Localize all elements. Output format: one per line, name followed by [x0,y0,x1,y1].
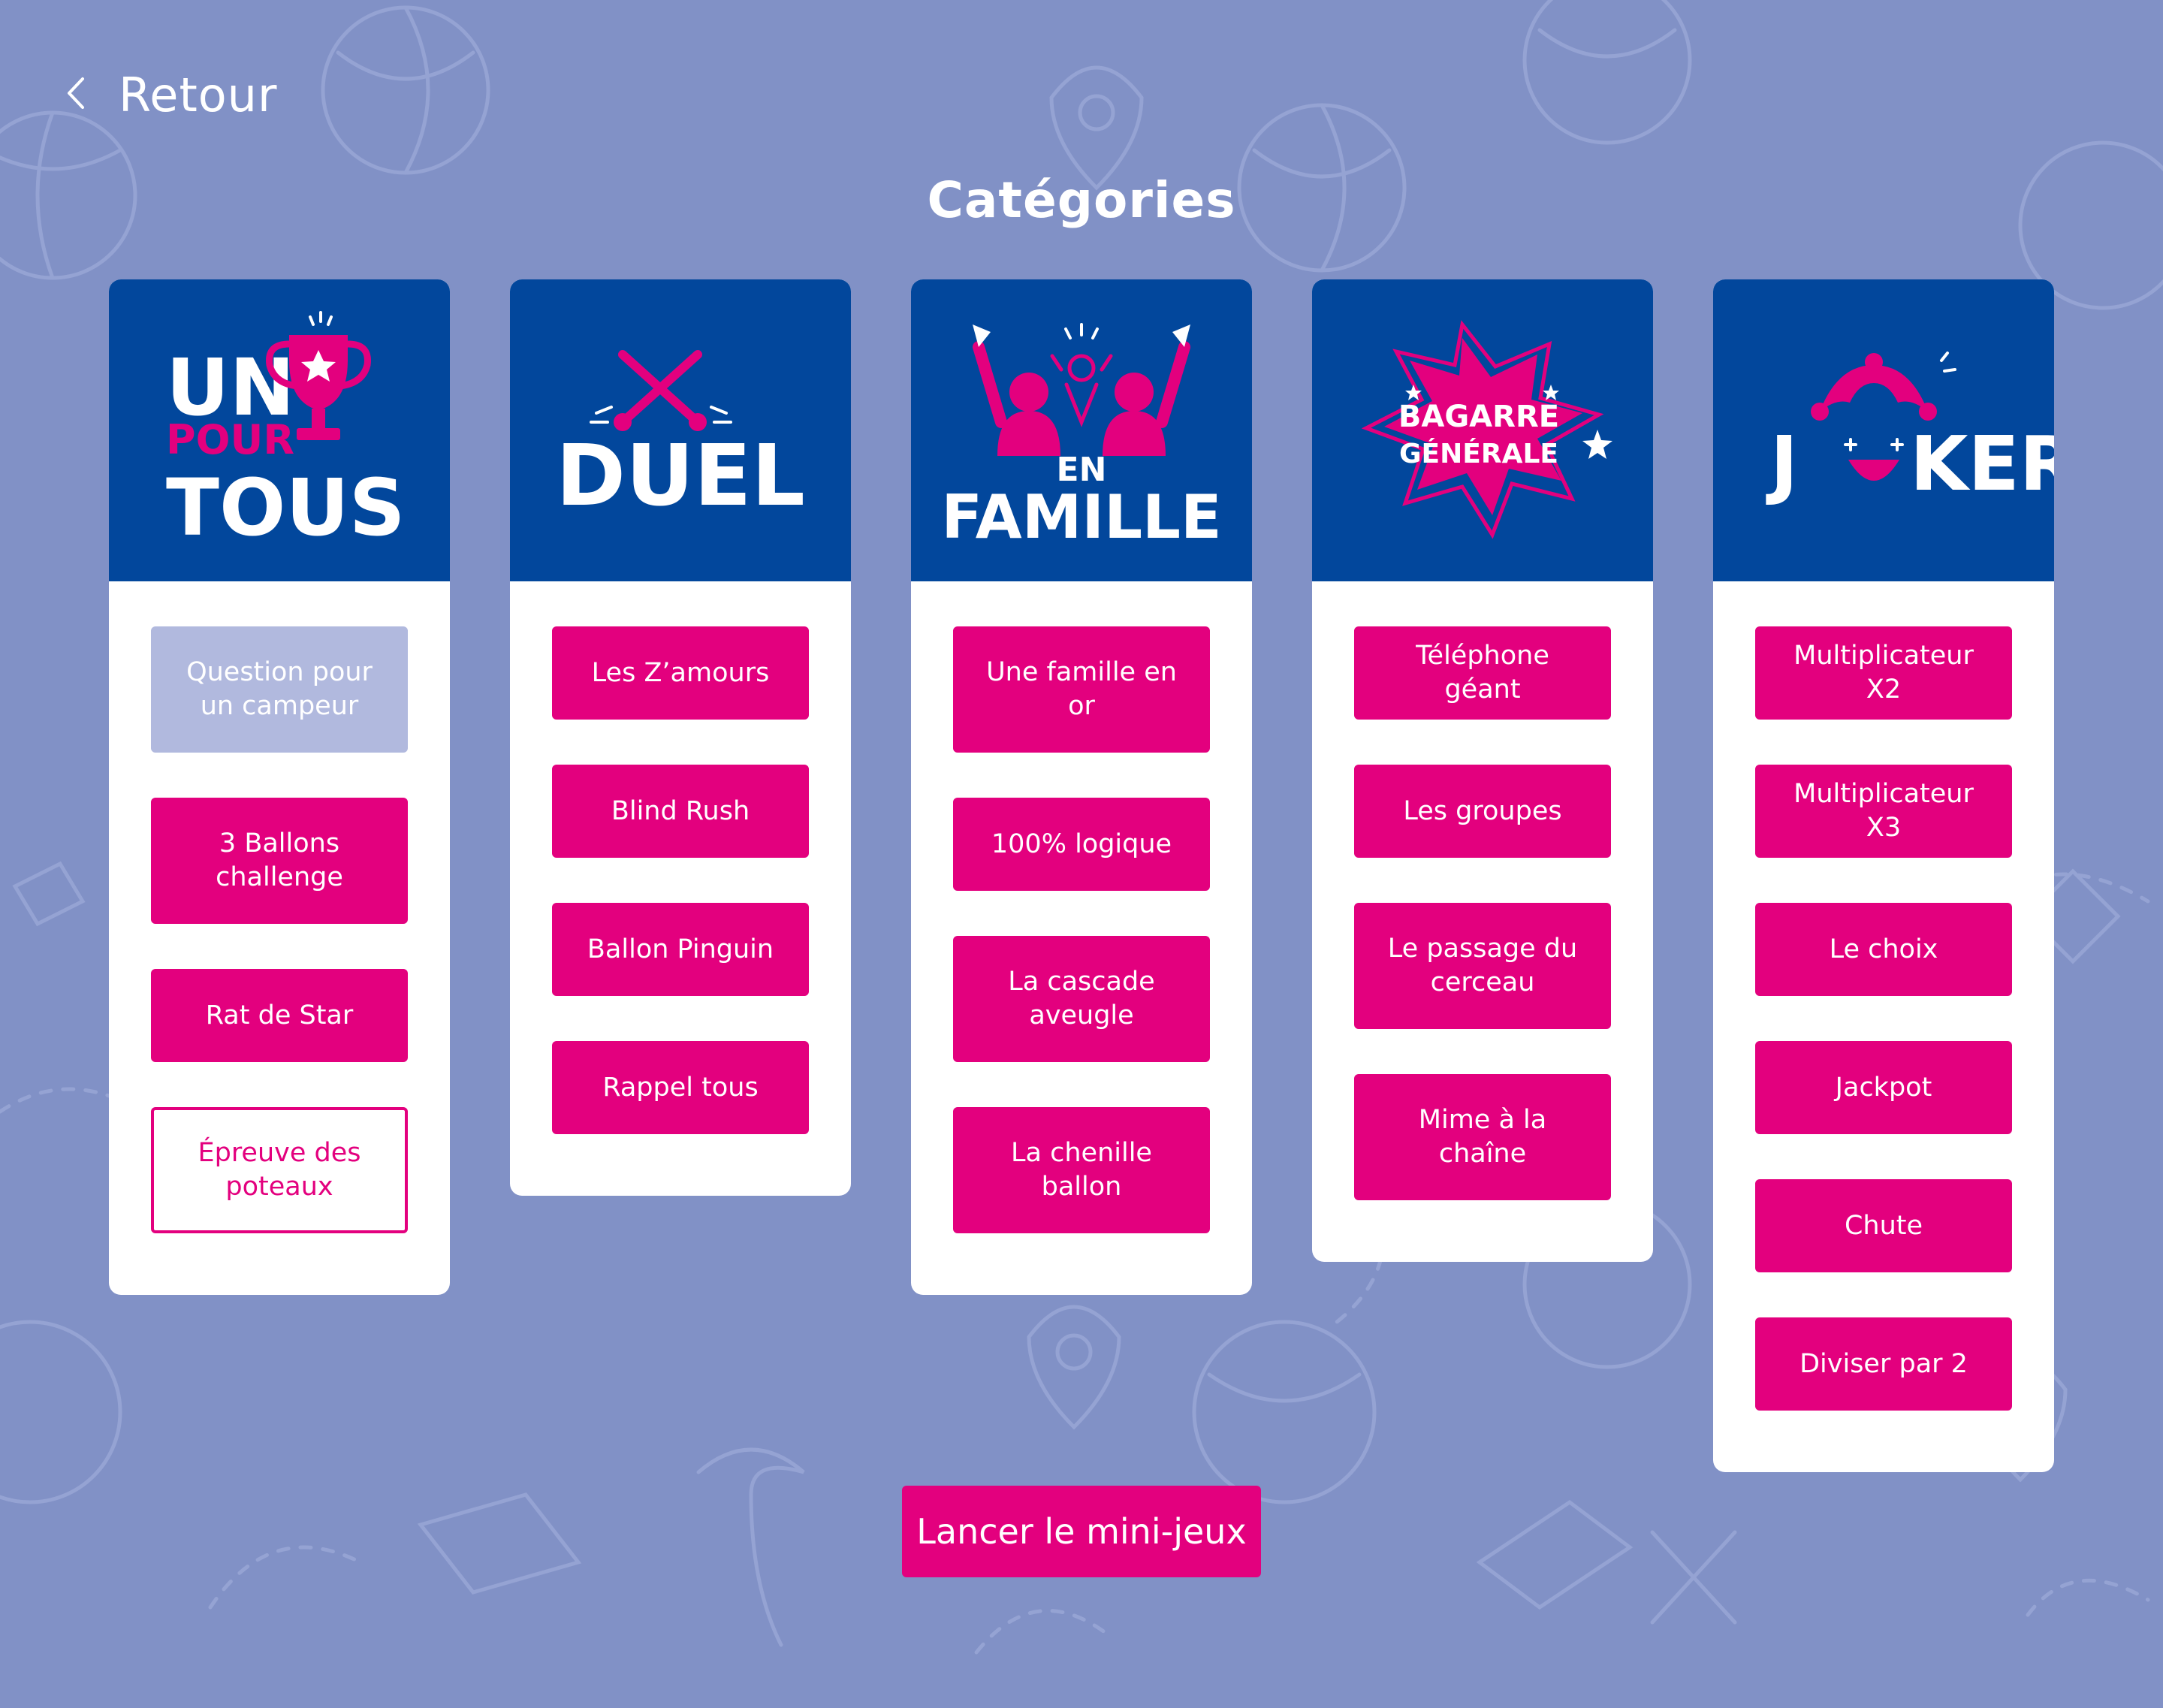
launch-minigame-button[interactable]: Lancer le mini-jeux [902,1486,1261,1577]
crossed-swords-icon [590,350,732,431]
logo-text-famille: FAMILLE [941,482,1221,552]
logo-text-joker-ker: KER [1910,420,2054,508]
minigame-item[interactable]: Rat de Star [151,969,408,1062]
minigame-item[interactable]: Mime à la chaîne [1354,1074,1611,1200]
minigame-item[interactable]: Blind Rush [552,765,809,858]
minigame-item[interactable]: 3 Ballons challenge [151,798,408,924]
category-card-duel: DUEL Les Z’amours Blind Rush Ballon Ping… [510,279,851,1196]
category-items: Une famille en or 100% logique La cascad… [911,581,1252,1295]
logo-text-joker-j: J [1766,420,1798,508]
chevron-left-icon [66,76,86,113]
minigame-item[interactable]: Multiplicateur X2 [1755,626,2012,720]
back-button[interactable]: Retour [66,65,277,125]
logo-text-tous: TOUS [166,462,406,554]
category-logo-un-pour-tous: UN POUR TOUS [166,311,406,554]
minigame-item[interactable]: Les groupes [1354,765,1611,858]
minigame-item[interactable]: Le passage du cerceau [1354,903,1611,1029]
minigame-item[interactable]: 100% logique [953,798,1210,891]
logo-text-generale: GÉNÉRALE [1399,438,1558,469]
category-header: BAGARRE GÉNÉRALE [1312,279,1653,581]
logo-text-bagarre: BAGARRE [1398,400,1559,434]
category-card-en-famille: EN FAMILLE Une famille en or 100% logiqu… [911,279,1252,1295]
minigame-item[interactable]: Téléphone géant [1354,626,1611,720]
minigame-item[interactable]: Une famille en or [953,626,1210,753]
category-header: UN POUR TOUS [109,279,450,581]
minigame-item[interactable]: Diviser par 2 [1755,1317,2012,1411]
minigame-item[interactable]: La cascade aveugle [953,936,1210,1062]
minigame-item[interactable]: Épreuve des poteaux [151,1107,408,1233]
category-logo-duel: DUEL [556,350,805,525]
category-card-un-pour-tous: UN POUR TOUS Question pour un campeur 3 … [109,279,450,1295]
category-header: DUEL [510,279,851,581]
minigame-item[interactable]: Multiplicateur X3 [1755,765,2012,858]
category-logo-en-famille: EN FAMILLE [941,323,1222,552]
category-card-bagarre-generale: BAGARRE GÉNÉRALE Téléphone géant Les gro… [1312,279,1653,1262]
minigame-item[interactable]: Le choix [1755,903,2012,996]
category-items: Téléphone géant Les groupes Le passage d… [1312,581,1653,1262]
category-logo-bagarre-generale: BAGARRE GÉNÉRALE [1361,320,1612,539]
logo-text-pour: POUR [166,416,294,463]
minigame-item[interactable]: La chenille ballon [953,1107,1210,1233]
minigame-item[interactable]: Chute [1755,1179,2012,1272]
category-card-joker: J KER Multiplicateur X2 Multiplicateur X… [1713,279,2054,1472]
logo-text-duel: DUEL [556,427,805,525]
category-header: EN FAMILLE [911,279,1252,581]
minigame-item[interactable]: Ballon Pinguin [552,903,809,996]
cheering-family-icon [973,323,1190,456]
category-items: Les Z’amours Blind Rush Ballon Pinguin R… [510,581,851,1196]
category-logo-joker: J KER [1766,352,2054,508]
category-items: Multiplicateur X2 Multiplicateur X3 Le c… [1713,581,2054,1472]
minigame-item[interactable]: Rappel tous [552,1041,809,1134]
category-header: J KER [1713,279,2054,581]
page-title: Catégories [927,171,1236,229]
back-label: Retour [119,67,278,122]
minigame-item[interactable]: Question pour un campeur [151,626,408,753]
minigame-item[interactable]: Les Z’amours [552,626,809,720]
category-items: Question pour un campeur 3 Ballons chall… [109,581,450,1295]
minigame-item[interactable]: Jackpot [1755,1041,2012,1134]
